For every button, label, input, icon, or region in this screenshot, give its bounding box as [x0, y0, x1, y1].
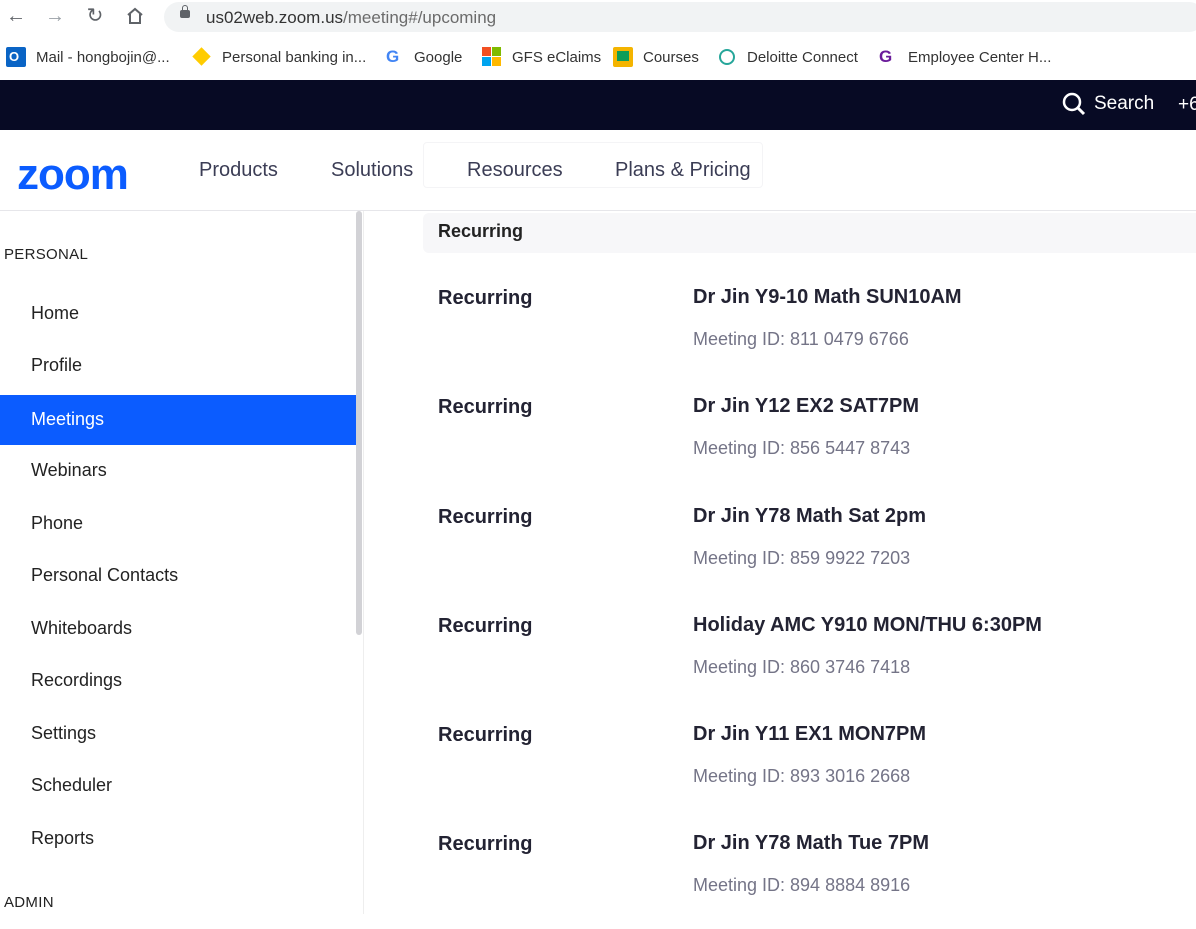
- meeting-id: Meeting ID: 859 9922 7203: [693, 548, 911, 568]
- meeting-row[interactable]: Recurring Dr Jin Y78 Math Tue 7PM Meetin…: [364, 829, 1196, 929]
- zoom-logo[interactable]: zoom: [17, 150, 129, 200]
- sidebar-item-label: Personal Contacts: [31, 565, 179, 585]
- meeting-kind: Recurring: [438, 396, 533, 418]
- bookmark-gfs-eclaims[interactable]: GFS eClaims: [482, 47, 601, 67]
- search-button[interactable]: Search: [1062, 92, 1154, 116]
- sidebar-item-label: Webinars: [31, 460, 107, 480]
- meeting-kind: Recurring: [438, 724, 533, 746]
- meetings-list: Recurring Recurring Dr Jin Y9-10 Math SU…: [364, 211, 1196, 914]
- servicenow-icon: G: [879, 47, 893, 66]
- meeting-title[interactable]: Holiday AMC Y910 MON/THU 6:30PM: [693, 614, 1042, 637]
- lock-icon: [180, 5, 190, 18]
- search-icon: [1062, 92, 1086, 116]
- bookmark-label: Mail - hongbojin@...: [36, 48, 170, 66]
- nav-products[interactable]: Products: [199, 159, 278, 182]
- sidebar-item-recordings[interactable]: Recordings: [0, 656, 356, 706]
- bookmark-label: Personal banking in...: [222, 48, 367, 66]
- bookmark-courses[interactable]: Courses: [613, 47, 699, 67]
- meeting-title[interactable]: Dr Jin Y11 EX1 MON7PM: [693, 723, 926, 746]
- address-bar[interactable]: us02web.zoom.us/meeting#/upcoming: [164, 2, 1196, 32]
- meeting-title[interactable]: Dr Jin Y78 Math Tue 7PM: [693, 832, 929, 855]
- sidebar-item-webinars[interactable]: Webinars: [0, 446, 356, 496]
- sidebar-item-label: Scheduler: [31, 775, 113, 795]
- meeting-row[interactable]: Recurring Holiday AMC Y910 MON/THU 6:30P…: [364, 611, 1196, 711]
- sidebar-item-label: Meetings: [31, 409, 105, 429]
- meeting-row[interactable]: Recurring Dr Jin Y78 Math Sat 2pm Meetin…: [364, 502, 1196, 602]
- bookmark-label: GFS eClaims: [512, 48, 602, 66]
- section-title-personal: PERSONAL: [4, 246, 89, 263]
- top-strip: Search +6: [0, 80, 1196, 130]
- sidebar-item-whiteboards[interactable]: Whiteboards: [0, 604, 356, 654]
- outlook-icon: O: [6, 47, 26, 67]
- sidebar-item-profile[interactable]: Profile: [0, 341, 356, 391]
- bookmark-label: Deloitte Connect: [747, 48, 858, 66]
- sidebar-item-phone[interactable]: Phone: [0, 499, 356, 549]
- sidebar-item-label: Settings: [31, 723, 97, 743]
- section-title-admin: ADMIN: [4, 894, 54, 911]
- phone-number[interactable]: +6: [1178, 94, 1196, 116]
- sidebar-item-label: Profile: [31, 355, 83, 375]
- deloitte-icon: [717, 47, 737, 67]
- home-icon[interactable]: [123, 4, 147, 28]
- meeting-id: Meeting ID: 811 0479 6766: [693, 329, 909, 349]
- meeting-id: Meeting ID: 893 3016 2668: [693, 766, 911, 786]
- nav-plans-pricing[interactable]: Plans & Pricing: [615, 159, 751, 182]
- bookmark-mail[interactable]: O Mail - hongbojin@...: [6, 47, 170, 67]
- sidebar-item-settings[interactable]: Settings: [0, 709, 356, 759]
- google-icon: G: [386, 47, 400, 66]
- meeting-row[interactable]: Recurring Dr Jin Y9-10 Math SUN10AM Meet…: [364, 283, 1196, 383]
- bookmark-employee-center[interactable]: G Employee Center H...: [878, 47, 1051, 67]
- back-arrow-icon[interactable]: ←: [4, 4, 28, 28]
- meeting-kind: Recurring: [438, 506, 533, 528]
- bookmark-deloitte[interactable]: Deloitte Connect: [717, 47, 858, 67]
- meeting-kind: Recurring: [438, 833, 533, 855]
- meeting-row[interactable]: Recurring Dr Jin Y11 EX1 MON7PM Meeting …: [364, 720, 1196, 820]
- reload-icon[interactable]: ↻: [83, 4, 107, 28]
- sidebar-item-scheduler[interactable]: Scheduler: [0, 761, 356, 811]
- meeting-id: Meeting ID: 856 5447 8743: [693, 438, 911, 458]
- sidebar: PERSONAL Home Profile Meetings Webinars …: [0, 211, 364, 914]
- meeting-title[interactable]: Dr Jin Y78 Math Sat 2pm: [693, 505, 926, 528]
- main-nav: zoom Products Solutions Resources Plans …: [0, 130, 1196, 211]
- meeting-title[interactable]: Dr Jin Y9-10 Math SUN10AM: [693, 286, 962, 309]
- bookmarks-bar: O Mail - hongbojin@... Personal banking …: [0, 36, 1196, 78]
- group-header: Recurring: [423, 213, 1196, 253]
- browser-toolbar: ← → ↻ us02web.zoom.us/meeting#/upcoming: [0, 0, 1196, 34]
- meeting-id: Meeting ID: 894 8884 8916: [693, 875, 911, 895]
- search-label: Search: [1094, 93, 1155, 114]
- meeting-kind: Recurring: [438, 287, 533, 309]
- sidebar-item-label: Whiteboards: [31, 618, 133, 638]
- meeting-kind: Recurring: [438, 615, 533, 637]
- sidebar-item-home[interactable]: Home: [0, 289, 356, 339]
- forward-arrow-icon[interactable]: →: [43, 4, 67, 28]
- sidebar-item-label: Home: [31, 303, 80, 323]
- meeting-row[interactable]: Recurring Dr Jin Y12 EX2 SAT7PM Meeting …: [364, 392, 1196, 492]
- meeting-id: Meeting ID: 860 3746 7418: [693, 657, 911, 677]
- bookmark-label: Employee Center H...: [908, 48, 1052, 66]
- microsoft-icon: [482, 47, 502, 67]
- bookmark-label: Google: [414, 48, 463, 66]
- nav-resources[interactable]: Resources: [467, 159, 563, 182]
- bookmark-label: Courses: [643, 48, 699, 66]
- sidebar-item-label: Recordings: [31, 670, 123, 690]
- commbank-icon: [192, 47, 212, 67]
- sidebar-item-reports[interactable]: Reports: [0, 814, 356, 864]
- sidebar-scrollbar[interactable]: [356, 211, 362, 635]
- sidebar-item-label: Phone: [31, 513, 84, 533]
- classroom-icon: [613, 47, 633, 67]
- group-header-label: Recurring: [438, 221, 524, 241]
- url-text: us02web.zoom.us/meeting#/upcoming: [206, 8, 497, 27]
- bookmark-banking[interactable]: Personal banking in...: [192, 47, 366, 67]
- sidebar-item-meetings[interactable]: Meetings: [0, 395, 356, 445]
- sidebar-item-personal-contacts[interactable]: Personal Contacts: [0, 551, 356, 601]
- meeting-title[interactable]: Dr Jin Y12 EX2 SAT7PM: [693, 395, 919, 418]
- sidebar-item-label: Reports: [31, 828, 95, 848]
- bookmark-google[interactable]: G Google: [384, 47, 462, 67]
- nav-solutions[interactable]: Solutions: [331, 159, 413, 182]
